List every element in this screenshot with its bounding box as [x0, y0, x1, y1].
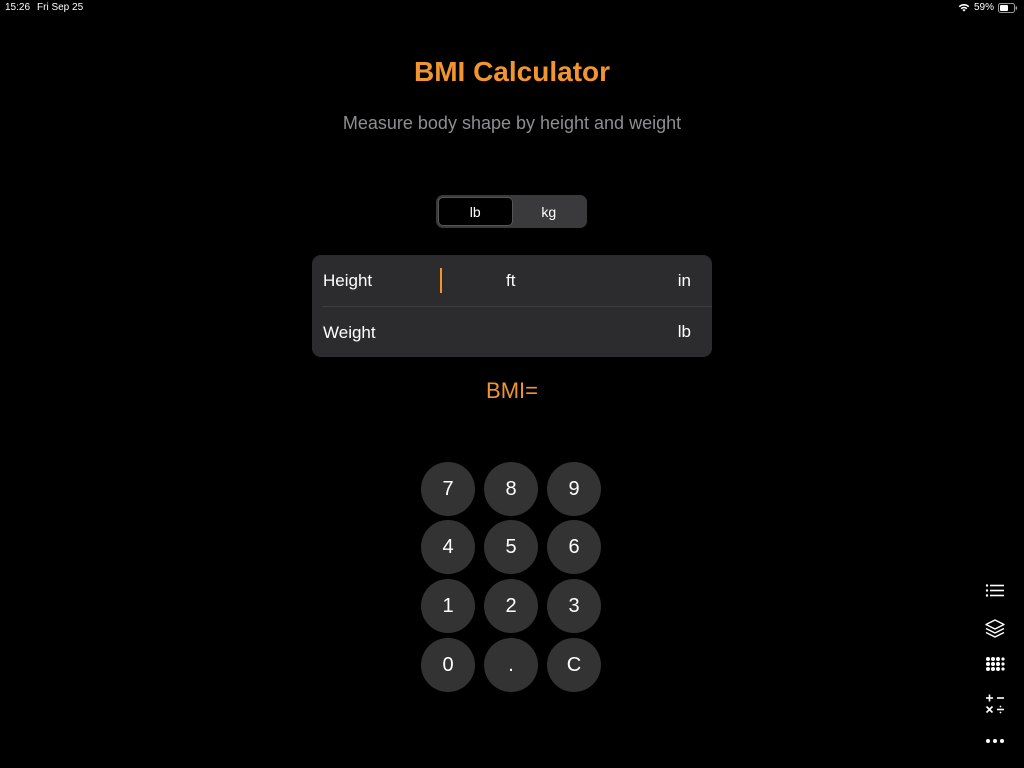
key-6[interactable]: 6 [547, 520, 601, 574]
weight-unit: lb [677, 322, 691, 341]
weight-row: Weight lb [322, 306, 712, 357]
key-9[interactable]: 9 [547, 462, 601, 516]
battery-icon [998, 2, 1018, 13]
key-2[interactable]: 2 [484, 579, 538, 633]
height-feet-input[interactable] [440, 263, 500, 297]
key-1[interactable]: 1 [421, 579, 475, 633]
grid-icon[interactable] [983, 654, 1007, 678]
page-title: BMI Calculator [413, 56, 611, 87]
unit-segmented-control: lb kg [436, 195, 587, 228]
measurement-panel: Height ft in Weight lb [312, 255, 712, 357]
bmi-calculator-screen: 15:26 Fri Sep 25 59% BMI Calculator Meas… [0, 0, 1024, 768]
text-cursor [440, 268, 442, 293]
battery-percentage: 59% [973, 2, 994, 13]
key-8[interactable]: 8 [484, 462, 538, 516]
operators-icon[interactable] [983, 692, 1007, 716]
height-inches-unit: in [677, 271, 691, 290]
status-indicators: 59% [958, 1, 1018, 14]
height-inches-input[interactable] [537, 263, 677, 297]
status-date: Fri Sep 25 [37, 2, 84, 13]
wifi-icon [958, 3, 970, 12]
key-clear[interactable]: C [547, 638, 601, 692]
height-row: Height ft in [312, 255, 712, 306]
height-feet-unit: ft [506, 271, 516, 290]
unit-segment-lb[interactable]: lb [438, 197, 513, 226]
bmi-result: BMI= [486, 378, 538, 403]
weight-label: Weight [323, 323, 376, 342]
list-icon[interactable] [983, 579, 1007, 603]
status-bar: 15:26 Fri Sep 25 59% [0, 0, 1024, 16]
layers-icon[interactable] [983, 617, 1007, 641]
page-subtitle: Measure body shape by height and weight [342, 113, 682, 133]
key-decimal[interactable]: . [484, 638, 538, 692]
more-icon[interactable] [983, 729, 1007, 753]
key-3[interactable]: 3 [547, 579, 601, 633]
weight-input[interactable] [442, 315, 682, 349]
key-7[interactable]: 7 [421, 462, 475, 516]
status-time: 15:26 [5, 2, 31, 13]
unit-segment-kg[interactable]: kg [513, 197, 586, 226]
key-5[interactable]: 5 [484, 520, 538, 574]
height-label: Height [323, 271, 373, 290]
key-0[interactable]: 0 [421, 638, 475, 692]
key-4[interactable]: 4 [421, 520, 475, 574]
